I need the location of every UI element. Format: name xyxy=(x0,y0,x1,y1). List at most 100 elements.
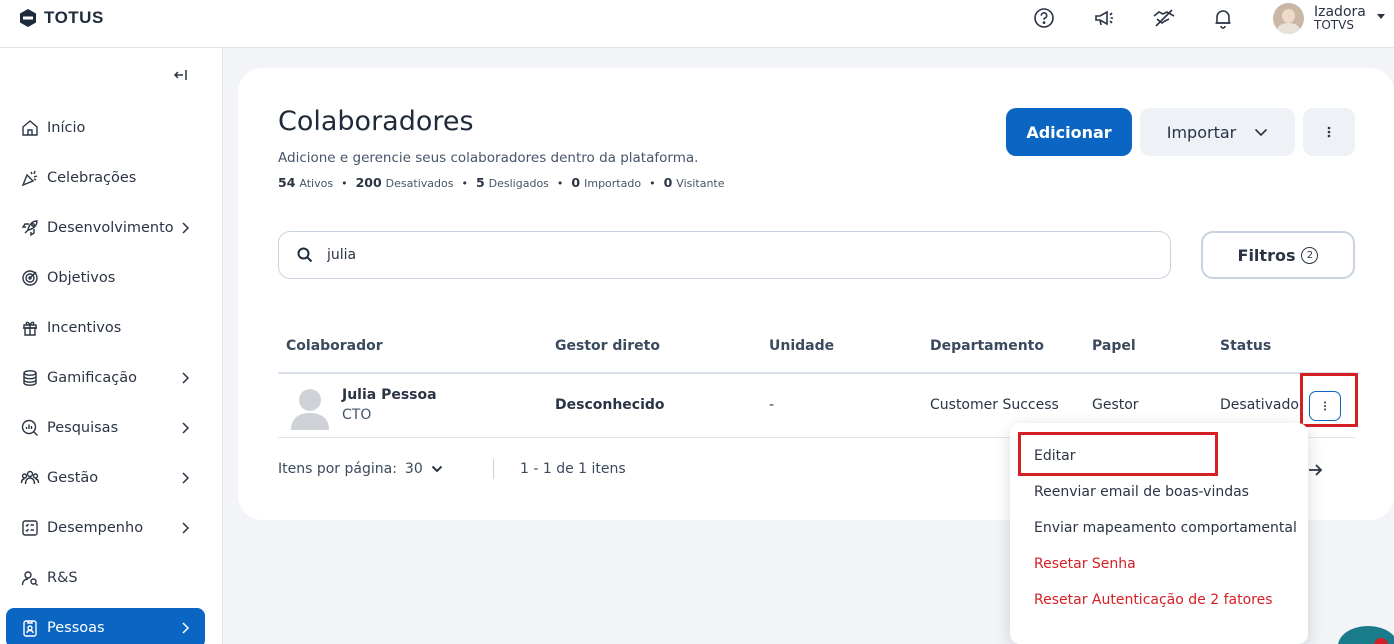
row-status: Desativado xyxy=(1220,397,1299,413)
search-icon xyxy=(297,247,313,263)
chevron-right-icon xyxy=(182,422,190,434)
row-role-paper: Gestor xyxy=(1092,397,1139,413)
arrow-right-icon[interactable] xyxy=(1306,461,1324,479)
sidebar-item-r-s[interactable]: R&S xyxy=(6,558,205,598)
user-avatar xyxy=(1273,3,1304,34)
sidebar-item-label: Pesquisas xyxy=(47,420,119,436)
gift-icon xyxy=(20,318,40,338)
survey-icon xyxy=(20,418,40,438)
stat-label: Desligados xyxy=(488,177,549,190)
sidebar-item-desempenho[interactable]: Desempenho xyxy=(6,508,205,548)
items-per-page-label: Itens por página: xyxy=(278,461,397,477)
stat-separator: • xyxy=(461,177,468,190)
row-unit: - xyxy=(769,397,775,413)
sidebar-item-label: Desempenho xyxy=(47,520,144,536)
handshake-icon[interactable] xyxy=(1152,6,1176,30)
rocket-icon xyxy=(20,218,40,238)
party-icon xyxy=(20,168,40,188)
chevron-down-icon xyxy=(1255,128,1268,137)
page-title: Colaboradores xyxy=(278,106,474,137)
column-header-status[interactable]: Status xyxy=(1220,338,1271,354)
menu-item-resetar-senha[interactable]: Resetar Senha xyxy=(1034,556,1136,572)
logo[interactable]: TOTUS xyxy=(18,6,104,30)
checklist-icon xyxy=(20,518,40,538)
user-menu[interactable]: Izadora TOTVS xyxy=(1273,3,1385,34)
column-header-gestor[interactable]: Gestor direto xyxy=(555,338,660,354)
stat-label: Desativados xyxy=(385,177,454,190)
stat-value: 0 xyxy=(571,175,581,190)
kebab-icon xyxy=(1327,126,1331,138)
sidebar-item-label: Gamificação xyxy=(47,370,137,386)
import-button[interactable]: Importar xyxy=(1140,108,1295,156)
stat-separator: • xyxy=(649,177,656,190)
sidebar-item-pesquisas[interactable]: Pesquisas xyxy=(6,408,205,448)
chevron-right-icon xyxy=(182,622,190,634)
coins-icon xyxy=(20,368,40,388)
collapse-sidebar-icon[interactable] xyxy=(172,67,188,83)
sidebar-item-label: Celebrações xyxy=(47,170,137,186)
add-button[interactable]: Adicionar xyxy=(1006,108,1132,156)
home-icon xyxy=(20,118,40,138)
column-header-departamento[interactable]: Departamento xyxy=(930,338,1044,354)
row-manager: Desconhecido xyxy=(555,397,665,413)
column-header-unidade[interactable]: Unidade xyxy=(769,338,834,354)
row-name[interactable]: Julia Pessoa xyxy=(342,387,437,403)
sidebar-item-pessoas[interactable]: Pessoas xyxy=(6,608,205,644)
sidebar-item-celebracoes[interactable]: Celebrações xyxy=(6,158,205,198)
menu-item-mapeamento[interactable]: Enviar mapeamento comportamental xyxy=(1034,520,1297,536)
search-bar xyxy=(278,231,1171,279)
stat-value: 5 xyxy=(475,175,485,190)
pager-divider xyxy=(493,459,494,479)
highlight-box xyxy=(1300,373,1358,427)
caret-down-icon xyxy=(1377,14,1385,19)
sidebar-item-objetivos[interactable]: Objetivos xyxy=(6,258,205,298)
sidebar-item-gamificacao[interactable]: Gamificação xyxy=(6,358,205,398)
chevron-right-icon xyxy=(182,472,190,484)
target-icon xyxy=(20,268,40,288)
sidebar-item-label: Incentivos xyxy=(47,320,122,336)
chevron-right-icon xyxy=(182,372,190,384)
badge-icon xyxy=(20,618,40,638)
sidebar-item-label: Início xyxy=(47,120,86,136)
more-options-button[interactable] xyxy=(1303,108,1355,156)
stat-label: Visitante xyxy=(676,177,725,190)
filters-button[interactable]: Filtros 2 xyxy=(1201,231,1355,279)
stat-label: Importado xyxy=(584,177,642,190)
sidebar-item-desenvolvimento[interactable]: Desenvolvimento xyxy=(6,208,205,248)
sidebar-item-gestao[interactable]: Gestão xyxy=(6,458,205,498)
menu-item-reenviar-email[interactable]: Reenviar email de boas-vindas xyxy=(1034,484,1249,500)
highlight-box xyxy=(1018,432,1218,476)
stat-separator: • xyxy=(556,177,564,190)
pager-range: 1 - 1 de 1 itens xyxy=(520,461,626,477)
help-icon[interactable] xyxy=(1032,6,1056,30)
stats-summary: 54 Ativos • 200 Desativados • 5 Desligados • 0 Imp… xyxy=(278,175,725,190)
stat-label: Ativos xyxy=(299,177,334,190)
import-label: Importar xyxy=(1166,122,1237,142)
bell-icon[interactable] xyxy=(1211,6,1235,30)
column-header-colaborador[interactable]: Colaborador xyxy=(286,338,383,354)
chevron-right-icon xyxy=(182,522,190,534)
sidebar-item-incentivos[interactable]: Incentivos xyxy=(6,308,205,348)
search-input[interactable] xyxy=(327,247,1127,263)
items-per-page[interactable]: Itens por página: 30 xyxy=(278,461,443,477)
sidebar-item-label: Objetivos xyxy=(47,270,116,286)
people-search-icon xyxy=(20,568,40,588)
filters-count-badge: 2 xyxy=(1301,246,1319,264)
row-department: Customer Success xyxy=(930,397,1059,413)
chevron-right-icon xyxy=(182,222,190,234)
sidebar-item-label: Pessoas xyxy=(47,620,105,636)
column-header-papel[interactable]: Papel xyxy=(1092,338,1136,354)
stat-value: 200 xyxy=(355,175,382,190)
filters-label: Filtros xyxy=(1237,245,1296,265)
megaphone-icon[interactable] xyxy=(1092,6,1116,30)
person-avatar-icon xyxy=(291,389,329,430)
user-name: Izadora xyxy=(1314,4,1366,20)
page-subtitle: Adicione e gerencie seus colaboradores d… xyxy=(278,150,699,166)
menu-item-resetar-2fa[interactable]: Resetar Autenticação de 2 fatores xyxy=(1034,592,1273,608)
sidebar-item-inicio[interactable]: Início xyxy=(6,108,205,148)
top-bar: TOTUS Izadora TOTVS xyxy=(0,0,1394,48)
stat-value: 0 xyxy=(663,175,673,190)
chevron-down-icon xyxy=(431,465,442,473)
stat-separator: • xyxy=(341,177,348,190)
user-info: Izadora TOTVS xyxy=(1314,5,1366,32)
